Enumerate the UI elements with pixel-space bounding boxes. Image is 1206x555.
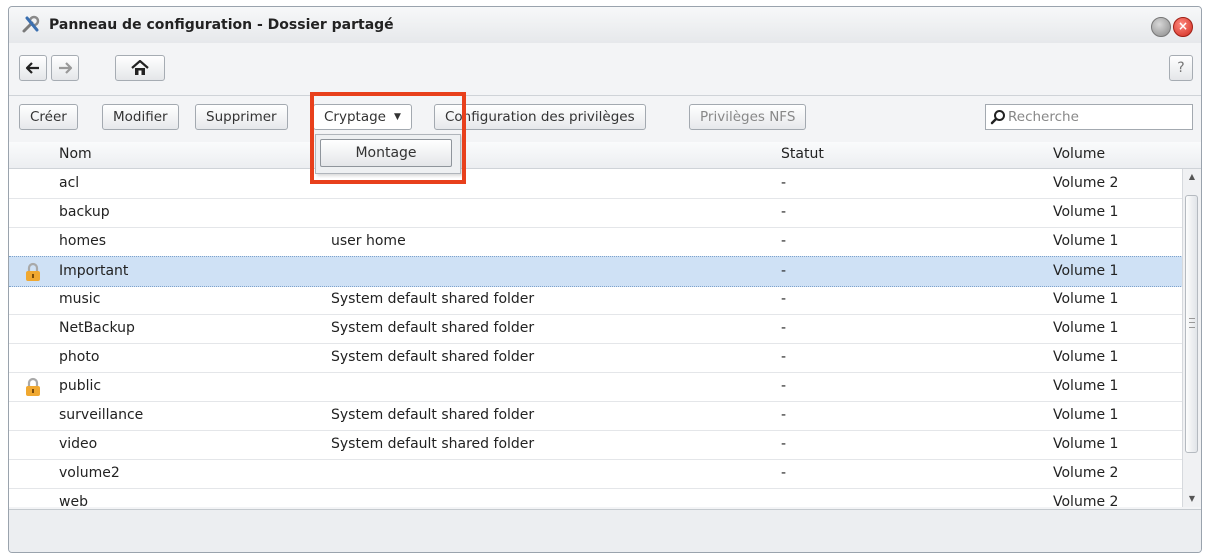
cell-name: web <box>59 494 88 507</box>
arrow-right-icon <box>59 62 73 74</box>
arrow-left-icon <box>25 62 39 74</box>
cell-description: user home <box>331 233 406 249</box>
table-row[interactable]: web Volume 2 <box>9 488 1183 507</box>
cell-description: System default shared folder <box>331 291 535 307</box>
nfs-privileges-button[interactable]: Privilèges NFS <box>689 104 807 130</box>
cell-description: System default shared folder <box>331 436 535 452</box>
cell-volume: Volume 2 <box>1053 494 1119 507</box>
column-header-name[interactable]: Nom <box>59 146 92 162</box>
cell-name: volume2 <box>59 465 120 481</box>
table-row[interactable]: surveillance System default shared folder… <box>9 401 1183 431</box>
scroll-down-arrow-icon[interactable]: ▼ <box>1183 491 1201 507</box>
window-title: Panneau de configuration - Dossier parta… <box>49 17 394 33</box>
cell-status: - <box>781 204 787 220</box>
table-row[interactable]: acl - Volume 2 <box>9 169 1183 199</box>
table-row[interactable]: volume2 - Volume 2 <box>9 459 1183 489</box>
home-icon <box>131 60 149 75</box>
cell-volume: Volume 1 <box>1053 204 1119 220</box>
cell-name: Important <box>59 263 129 279</box>
encryption-label: Cryptage <box>324 109 386 125</box>
table-row[interactable]: video System default shared folder - Volume… <box>9 430 1183 460</box>
search-box[interactable] <box>985 104 1193 130</box>
table-row[interactable]: music System default shared folder - Volume… <box>9 285 1183 315</box>
cell-volume: Volume 1 <box>1053 436 1119 452</box>
shared-folder-table: acl - Volume 2 backup - Volume 1 homes user hom… <box>9 169 1183 507</box>
scrollbar-thumb[interactable] <box>1185 195 1198 453</box>
table-row[interactable]: Important - Volume 1 <box>9 256 1183 287</box>
cell-name: public <box>59 378 102 394</box>
cell-description: System default shared folder <box>331 407 535 423</box>
cell-volume: Volume 1 <box>1053 291 1119 307</box>
column-header-status[interactable]: Statut <box>781 146 824 162</box>
cell-status: - <box>781 263 787 279</box>
cell-name: NetBackup <box>59 320 135 336</box>
cell-volume: Volume 1 <box>1053 263 1119 279</box>
title-bar: Panneau de configuration - Dossier parta… <box>9 7 1201 43</box>
cell-volume: Volume 1 <box>1053 320 1119 336</box>
cell-status: - <box>781 349 787 365</box>
scroll-up-arrow-icon[interactable]: ▲ <box>1183 169 1201 185</box>
table-header: Nom Statut Volume <box>9 142 1201 169</box>
search-icon <box>990 110 1005 125</box>
create-button[interactable]: Créer <box>19 104 78 130</box>
cell-status: - <box>781 436 787 452</box>
table-row[interactable]: backup - Volume 1 <box>9 198 1183 228</box>
cell-status: - <box>781 233 787 249</box>
table-row[interactable]: homes user home - Volume 1 <box>9 227 1183 257</box>
privileges-button[interactable]: Configuration des privilèges <box>434 104 646 130</box>
home-button[interactable] <box>115 55 165 81</box>
cell-volume: Volume 1 <box>1053 407 1119 423</box>
edit-button[interactable]: Modifier <box>102 104 179 130</box>
cell-name: video <box>59 436 98 452</box>
cell-description: System default shared folder <box>331 320 535 336</box>
cell-volume: Volume 1 <box>1053 378 1119 394</box>
toolbar: Créer Modifier Supprimer Cryptage ▼ Confi… <box>9 95 1201 136</box>
cell-status: - <box>781 378 787 394</box>
forward-button[interactable] <box>51 55 79 81</box>
encryption-dropdown-button[interactable]: Cryptage ▼ <box>313 104 412 130</box>
grip-icon <box>1189 318 1195 328</box>
cell-volume: Volume 1 <box>1053 233 1119 249</box>
tools-icon <box>22 15 40 33</box>
cell-name: acl <box>59 175 80 191</box>
cell-status: - <box>781 175 787 191</box>
cell-name: homes <box>59 233 106 249</box>
cell-status: - <box>781 407 787 423</box>
delete-button[interactable]: Supprimer <box>195 104 288 130</box>
cell-name: photo <box>59 349 100 365</box>
status-bar <box>9 509 1201 552</box>
menu-item-mount[interactable]: Montage <box>320 139 452 167</box>
search-input[interactable] <box>1006 108 1190 126</box>
cell-status: - <box>781 465 787 481</box>
cell-volume: Volume 2 <box>1053 465 1119 481</box>
chevron-down-icon: ▼ <box>393 112 401 122</box>
table-row[interactable]: public - Volume 1 <box>9 372 1183 402</box>
table-row[interactable]: NetBackup System default shared folder - Vo… <box>9 314 1183 344</box>
vertical-scrollbar[interactable]: ▲ ▼ <box>1182 169 1201 507</box>
cell-volume: Volume 2 <box>1053 175 1119 191</box>
table-row[interactable]: photo System default shared folder - Volume… <box>9 343 1183 373</box>
navigation-bar: ? <box>9 49 1201 87</box>
cell-status: - <box>781 291 787 307</box>
cell-status: - <box>781 320 787 336</box>
help-button[interactable]: ? <box>1169 55 1193 81</box>
cell-name: backup <box>59 204 110 220</box>
encryption-dropdown-menu: Montage <box>315 134 461 174</box>
minimize-button[interactable] <box>1151 17 1171 37</box>
cell-name: surveillance <box>59 407 144 423</box>
lock-icon <box>26 377 40 396</box>
cell-volume: Volume 1 <box>1053 349 1119 365</box>
column-header-volume[interactable]: Volume <box>1053 146 1105 162</box>
back-button[interactable] <box>19 55 47 81</box>
close-button[interactable]: × <box>1173 17 1193 37</box>
cell-name: music <box>59 291 101 307</box>
cell-description: System default shared folder <box>331 349 535 365</box>
control-panel-window: Panneau de configuration - Dossier parta… <box>8 6 1202 553</box>
lock-icon <box>26 262 40 281</box>
